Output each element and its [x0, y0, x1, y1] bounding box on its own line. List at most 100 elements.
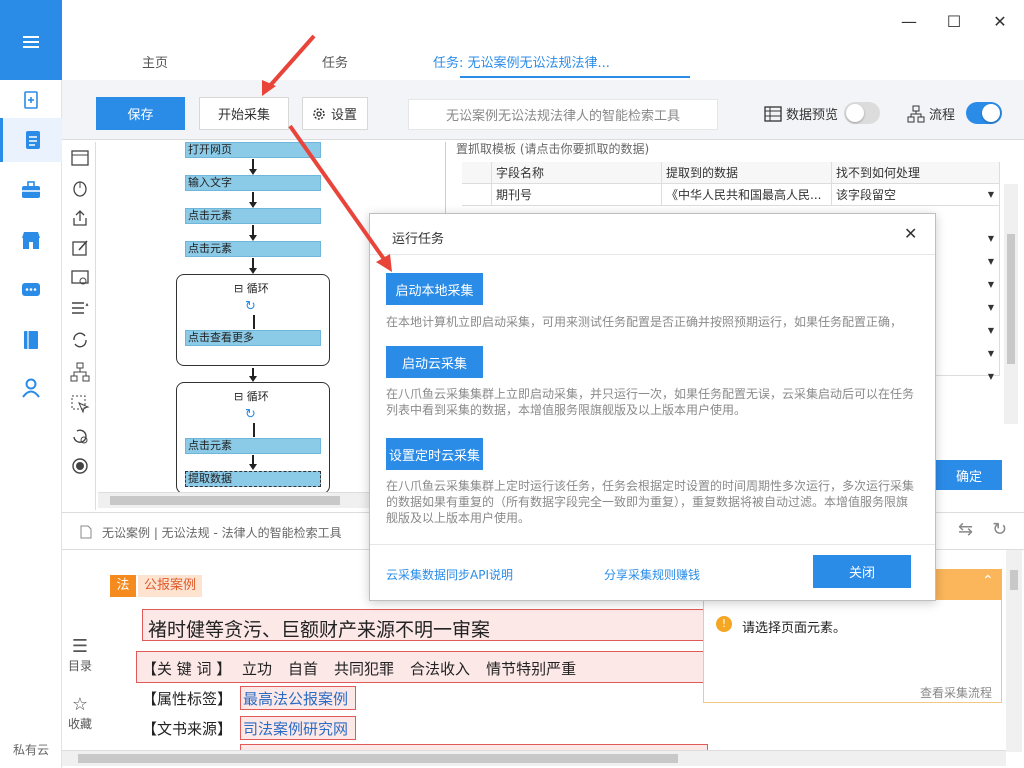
flow-toggle[interactable]	[966, 102, 1002, 124]
chevron-down-icon[interactable]: ▼	[983, 229, 999, 249]
node-extract-data[interactable]: 提取数据	[185, 471, 321, 487]
menu-icon[interactable]	[0, 0, 62, 80]
keyword-item[interactable]: 共同犯罪	[334, 658, 394, 679]
data-preview-toggle[interactable]	[844, 102, 880, 124]
page-hscrollbar[interactable]	[62, 750, 1006, 766]
workflow-canvas: 打开网页 输入文字 点击元素 点击元素 ⊟ 循环 ↻ 点击查看更多 ⊟ 循环 ↻…	[98, 142, 410, 492]
store-icon[interactable]	[0, 218, 62, 262]
source-value-link[interactable]: 司法案例研究网	[243, 718, 348, 739]
private-cloud-label[interactable]: 私有云	[0, 741, 62, 758]
node-click-view-more[interactable]: 点击查看更多	[185, 330, 321, 346]
keyword-item[interactable]: 合法收入	[410, 658, 470, 679]
keyword-list: 立功 自首 共同犯罪 合法收入 情节特别严重	[242, 658, 576, 679]
save-button[interactable]: 保存	[96, 97, 185, 130]
share-rules-link[interactable]: 分享采集规则赚钱	[604, 566, 700, 583]
close-icon[interactable]: ✕	[904, 224, 917, 243]
table-cell[interactable]: 《中华人民共和国最高人民...	[662, 184, 832, 206]
local-collect-desc: 在本地计算机立即启动采集，可用来测试任务配置是否正确并按照预期运行，如果任务配置…	[386, 315, 903, 329]
collapse-icon[interactable]: ⌃	[982, 573, 994, 589]
list-icon: ☰	[71, 636, 89, 657]
tab-current-task[interactable]: 任务: 无讼案例无讼法规法律...	[433, 52, 610, 71]
dialog-title: 运行任务	[392, 232, 445, 247]
swap-icon[interactable]: ⇆	[958, 519, 973, 540]
chevron-down-icon[interactable]: ▼	[983, 275, 999, 295]
favorite-button[interactable]: ☆ 收藏	[62, 694, 98, 732]
view-flow-link[interactable]: 查看采集流程	[920, 684, 992, 701]
chevron-down-icon[interactable]: ▼	[983, 344, 999, 364]
book-icon[interactable]	[0, 318, 62, 362]
loop-tool-icon[interactable]	[70, 330, 90, 350]
start-collect-button[interactable]: 开始采集	[199, 97, 289, 130]
table-cell[interactable]: 期刊号	[492, 184, 662, 206]
extract-list-tool-icon[interactable]	[70, 298, 90, 318]
page-vscrollbar[interactable]	[1006, 550, 1022, 752]
source-label: 【文书来源】	[142, 720, 233, 738]
table-cell[interactable]: 该字段留空	[832, 184, 1000, 206]
task-list-icon[interactable]	[0, 118, 62, 162]
run-task-dialog: 运行任务 ✕ 启动本地采集 在本地计算机立即启动采集，可用来测试任务配置是否正确…	[369, 213, 936, 601]
keyword-item[interactable]: 情节特别严重	[486, 658, 576, 679]
minimize-icon[interactable]: —	[898, 10, 920, 32]
click-tool-icon[interactable]	[70, 178, 90, 198]
schedule-cloud-collect-button[interactable]: 设置定时云采集	[386, 438, 483, 470]
close-icon[interactable]: ✕	[989, 10, 1011, 32]
user-icon[interactable]	[0, 366, 62, 410]
message-icon[interactable]	[0, 268, 62, 312]
data-preview-label: 数据预览	[764, 104, 838, 123]
confirm-button[interactable]: 确定	[936, 460, 1002, 490]
gear-icon	[313, 107, 325, 120]
table-vscrollbar[interactable]	[1004, 184, 1018, 424]
chevron-down-icon[interactable]: ▼	[983, 298, 999, 318]
toc-button[interactable]: ☰ 目录	[62, 636, 98, 674]
mouse-hover-tool-icon[interactable]	[70, 394, 90, 414]
attr-value-link[interactable]: 最高法公报案例	[243, 688, 348, 709]
chevron-down-icon[interactable]: ▼	[983, 367, 999, 387]
tab-home[interactable]: 主页	[142, 52, 168, 71]
new-task-icon[interactable]	[0, 78, 62, 122]
loop-icon: ↻	[245, 407, 256, 422]
hint-header[interactable]: ⌃	[936, 569, 1002, 600]
node-click-element-2[interactable]: 点击元素	[185, 241, 321, 257]
branch-tool-icon[interactable]	[70, 362, 90, 382]
template-caption: 置抓取模板 (请点击你要抓取的数据)	[456, 142, 650, 156]
chevron-down-icon[interactable]: ▼	[983, 185, 999, 205]
maximize-icon[interactable]: ☐	[943, 10, 965, 32]
node-click-element-3[interactable]: 点击元素	[185, 438, 321, 454]
keywords-label: 【关 键 词 】	[142, 660, 232, 678]
captcha-tool-icon[interactable]	[70, 268, 90, 288]
open-page-tool-icon[interactable]	[70, 148, 90, 168]
refresh-tool-icon[interactable]	[70, 426, 90, 446]
toolbox-icon[interactable]	[0, 168, 62, 212]
refresh-icon[interactable]: ↻	[992, 519, 1007, 540]
toolbar: 保存 开始采集 设置 无讼案例无讼法规法律人的智能检索工具 数据预览 流程	[62, 80, 1024, 140]
attr-label: 【属性标签】	[142, 690, 233, 708]
hint-popup: ! 请选择页面元素。 查看采集流程	[703, 600, 1002, 703]
schedule-collect-desc: 在八爪鱼云采集集群上定时运行该任务，任务会根据定时设置的时间周期性多次运行，多次…	[386, 479, 915, 525]
flow-arrow	[249, 225, 257, 241]
tab-underline	[460, 76, 690, 78]
start-local-collect-button[interactable]: 启动本地采集	[386, 273, 483, 305]
edit-tool-icon[interactable]	[70, 238, 90, 258]
tab-tasks[interactable]: 任务	[322, 52, 348, 71]
loop-block-1[interactable]: ⊟ 循环 ↻	[176, 274, 330, 366]
case-title: 褚时健等贪污、巨额财产来源不明一审案	[148, 619, 491, 641]
node-open-page[interactable]: 打开网页	[185, 142, 321, 158]
keyword-item[interactable]: 立功	[242, 658, 272, 679]
node-input-text[interactable]: 输入文字	[185, 175, 321, 191]
start-cloud-collect-button[interactable]: 启动云采集	[386, 346, 483, 378]
upload-tool-icon[interactable]	[70, 208, 90, 228]
cloud-api-link[interactable]: 云采集数据同步API说明	[386, 566, 513, 583]
address-text[interactable]: 无讼案例 | 无讼法规 - 法律人的智能检索工具	[102, 524, 342, 541]
flow-icon	[907, 105, 925, 122]
settings-button[interactable]: 设置	[302, 97, 368, 130]
chevron-down-icon[interactable]: ▼	[983, 252, 999, 272]
dialog-close-button[interactable]: 关闭	[813, 555, 911, 588]
flow-arrow	[249, 192, 257, 208]
keyword-item[interactable]: 自首	[288, 658, 318, 679]
flow-arrow	[249, 368, 257, 382]
chevron-down-icon[interactable]: ▼	[983, 321, 999, 341]
task-name-field[interactable]: 无讼案例无讼法规法律人的智能检索工具	[408, 99, 718, 130]
stop-tool-icon[interactable]	[70, 456, 90, 476]
workflow-hscrollbar[interactable]	[98, 492, 410, 508]
node-click-element-1[interactable]: 点击元素	[185, 208, 321, 224]
